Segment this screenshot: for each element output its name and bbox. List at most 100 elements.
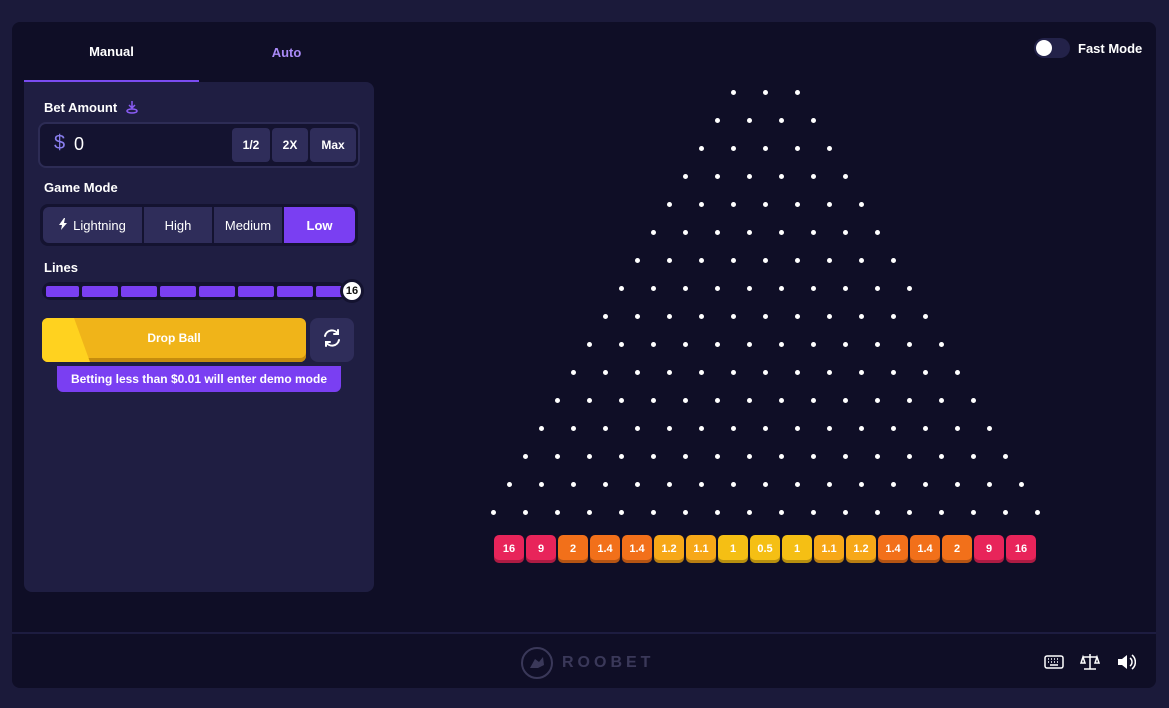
peg: [618, 509, 624, 515]
peg: [730, 201, 736, 207]
fast-mode-toggle[interactable]: [1034, 38, 1070, 58]
peg: [890, 481, 896, 487]
peg: [794, 313, 800, 319]
peg: [602, 481, 608, 487]
peg: [570, 369, 576, 375]
peg: [954, 425, 960, 431]
peg: [650, 285, 656, 291]
multiplier-slot: 1.4: [590, 535, 620, 563]
peg: [938, 341, 944, 347]
peg: [858, 313, 864, 319]
peg: [810, 453, 816, 459]
peg: [938, 397, 944, 403]
peg: [730, 89, 736, 95]
peg: [634, 481, 640, 487]
peg: [762, 313, 768, 319]
peg: [778, 173, 784, 179]
peg: [634, 369, 640, 375]
peg: [906, 285, 912, 291]
peg: [890, 369, 896, 375]
peg: [858, 481, 864, 487]
peg: [650, 397, 656, 403]
peg: [970, 397, 976, 403]
peg: [586, 453, 592, 459]
peg: [730, 145, 736, 151]
peg: [778, 341, 784, 347]
peg: [746, 509, 752, 515]
peg: [874, 341, 880, 347]
peg: [714, 173, 720, 179]
peg: [922, 313, 928, 319]
peg: [698, 313, 704, 319]
peg: [954, 481, 960, 487]
peg: [746, 117, 752, 123]
logo-text: ROOBET: [562, 654, 655, 671]
peg: [730, 313, 736, 319]
peg: [874, 229, 880, 235]
peg: [682, 285, 688, 291]
peg: [746, 453, 752, 459]
peg: [906, 341, 912, 347]
peg: [666, 257, 672, 263]
peg: [618, 453, 624, 459]
peg: [858, 369, 864, 375]
peg: [730, 481, 736, 487]
peg: [634, 257, 640, 263]
peg: [794, 89, 800, 95]
peg: [746, 397, 752, 403]
peg: [938, 509, 944, 515]
peg: [730, 257, 736, 263]
peg: [682, 341, 688, 347]
peg: [682, 173, 688, 179]
peg: [714, 341, 720, 347]
peg: [714, 285, 720, 291]
multiplier-slot: 1.4: [910, 535, 940, 563]
peg: [842, 229, 848, 235]
peg: [490, 509, 496, 515]
multiplier-slot: 1.1: [814, 535, 844, 563]
peg: [890, 425, 896, 431]
scale-icon[interactable]: [1078, 650, 1102, 674]
keyboard-icon[interactable]: [1042, 650, 1066, 674]
peg: [698, 481, 704, 487]
speaker-icon[interactable]: [1114, 650, 1138, 674]
multiplier-slot: 1.1: [686, 535, 716, 563]
peg: [890, 257, 896, 263]
peg: [762, 425, 768, 431]
game-frame: Manual Auto Bet Amount $ 0 1/2 2X Max Ga…: [12, 22, 1156, 688]
peg: [826, 145, 832, 151]
multiplier-slot: 1.2: [654, 535, 684, 563]
peg: [682, 453, 688, 459]
peg: [826, 425, 832, 431]
peg: [586, 509, 592, 515]
peg: [922, 425, 928, 431]
peg: [826, 201, 832, 207]
peg: [954, 369, 960, 375]
peg: [746, 173, 752, 179]
peg: [794, 145, 800, 151]
peg: [874, 453, 880, 459]
peg: [858, 425, 864, 431]
peg: [858, 257, 864, 263]
peg: [842, 285, 848, 291]
peg: [762, 89, 768, 95]
peg: [810, 285, 816, 291]
peg: [762, 369, 768, 375]
peg: [810, 117, 816, 123]
multiplier-slot: 16: [494, 535, 524, 563]
peg: [634, 425, 640, 431]
peg: [522, 509, 528, 515]
peg: [778, 117, 784, 123]
peg: [650, 341, 656, 347]
peg: [538, 481, 544, 487]
peg: [1034, 509, 1040, 515]
peg: [922, 369, 928, 375]
peg: [762, 481, 768, 487]
peg: [698, 201, 704, 207]
peg: [554, 453, 560, 459]
peg: [666, 313, 672, 319]
peg: [602, 425, 608, 431]
peg: [842, 453, 848, 459]
peg: [890, 313, 896, 319]
peg: [714, 453, 720, 459]
